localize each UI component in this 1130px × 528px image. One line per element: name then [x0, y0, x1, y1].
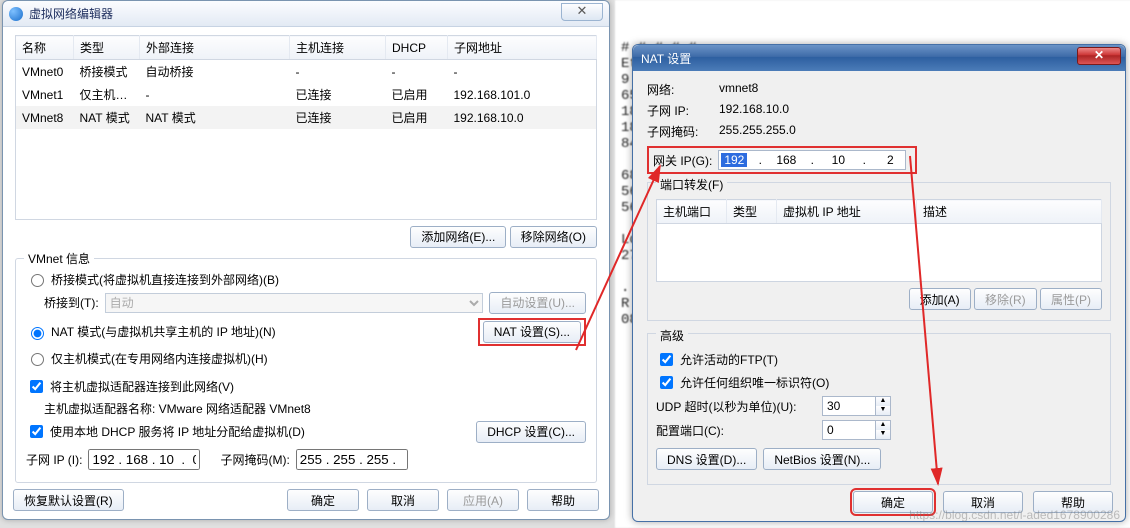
nat-settings-button[interactable]: NAT 设置(S)...: [483, 321, 581, 343]
col-dhcp[interactable]: DHCP: [386, 36, 448, 60]
chk-allow-ftp[interactable]: 允许活动的FTP(T): [656, 350, 778, 369]
host-adapter-name: 主机虚拟适配器名称: VMware 网络适配器 VMnet8: [44, 400, 311, 417]
subnet-mask-label: 子网掩码(M):: [220, 451, 289, 468]
netbios-settings-button[interactable]: NetBios 设置(N)...: [763, 448, 881, 470]
subip-label: 子网 IP:: [647, 102, 719, 119]
subip-value: 192.168.10.0: [719, 102, 1111, 119]
restore-defaults-button[interactable]: 恢复默认设置(R): [13, 489, 124, 511]
table-row-selected[interactable]: VMnet8 NAT 模式 NAT 模式 已连接 已启用 192.168.10.…: [16, 106, 597, 129]
spin-up-icon[interactable]: ▲: [876, 397, 890, 406]
port-forward-group: 端口转发(F) 主机端口 类型 虚拟机 IP 地址 描述 添加(A) 移除(R)…: [647, 182, 1111, 321]
chk-allow-org[interactable]: 允许任何组织唯一标识符(O): [656, 373, 829, 392]
help-button[interactable]: 帮助: [527, 489, 599, 511]
col-desc[interactable]: 描述: [917, 200, 1102, 224]
ok-button[interactable]: 确定: [287, 489, 359, 511]
vne-titlebar: 虚拟网络编辑器 ✕: [3, 1, 609, 27]
mask-label: 子网掩码:: [647, 123, 719, 140]
nat-title: NAT 设置: [641, 50, 691, 67]
radio-nat[interactable]: NAT 模式(与虚拟机共享主机的 IP 地址)(N): [26, 323, 276, 340]
nat-net-info: 网络: vmnet8 子网 IP: 192.168.10.0 子网掩码: 255…: [647, 81, 1111, 140]
auto-settings-button: 自动设置(U)...: [489, 292, 586, 314]
gateway-row: 网关 IP(G): 192. 168. 10. 2: [647, 146, 917, 174]
subnet-mask-field[interactable]: [296, 449, 408, 470]
spin-up-icon[interactable]: ▲: [876, 421, 890, 430]
port-forward-legend: 端口转发(F): [656, 176, 727, 193]
watermark: https://blog.csdn.net/l-aded1678900286: [909, 508, 1120, 522]
spin-down-icon[interactable]: ▼: [876, 430, 890, 439]
udp-timeout-label: UDP 超时(以秒为单位)(U):: [656, 398, 816, 415]
nat-titlebar: NAT 设置 ✕: [633, 45, 1125, 71]
spin-down-icon[interactable]: ▼: [876, 406, 890, 415]
net-value: vmnet8: [719, 81, 1111, 98]
add-button[interactable]: 添加(A): [909, 288, 971, 310]
remove-button: 移除(R): [974, 288, 1037, 310]
nat-body: 网络: vmnet8 子网 IP: 192.168.10.0 子网掩码: 255…: [633, 71, 1125, 527]
vmnet-info-legend: VMnet 信息: [24, 250, 94, 267]
col-subnet[interactable]: 子网地址: [448, 36, 597, 60]
col-ptype[interactable]: 类型: [727, 200, 777, 224]
apply-button: 应用(A): [447, 489, 519, 511]
dns-settings-button[interactable]: DNS 设置(D)...: [656, 448, 757, 470]
chk-connect-host[interactable]: 将主机虚拟适配器连接到此网络(V): [26, 377, 234, 396]
vne-bottom-bar: 恢复默认设置(R) 确定 取消 应用(A) 帮助: [13, 489, 599, 511]
udp-timeout-spinner[interactable]: ▲▼: [822, 396, 891, 416]
port-forward-table[interactable]: 主机端口 类型 虚拟机 IP 地址 描述: [656, 199, 1102, 224]
remove-network-button[interactable]: 移除网络(O): [510, 226, 597, 248]
radio-bridge[interactable]: 桥接模式(将虚拟机直接连接到外部网络)(B): [26, 271, 279, 288]
bridge-to-select: 自动: [105, 293, 484, 313]
subnet-ip-label: 子网 IP (I):: [26, 451, 82, 468]
config-port-spinner[interactable]: ▲▼: [822, 420, 891, 440]
gateway-label: 网关 IP(G):: [653, 152, 712, 169]
col-vmip[interactable]: 虚拟机 IP 地址: [777, 200, 917, 224]
close-icon[interactable]: ✕: [561, 3, 603, 21]
chk-use-dhcp[interactable]: 使用本地 DHCP 服务将 IP 地址分配给虚拟机(D): [26, 422, 305, 441]
radio-hostonly[interactable]: 仅主机模式(在专用网络内连接虚拟机)(H): [26, 350, 268, 367]
properties-button: 属性(P): [1040, 288, 1102, 310]
net-buttons-row: 添加网络(E)... 移除网络(O): [15, 226, 597, 248]
col-name[interactable]: 名称: [16, 36, 74, 60]
add-network-button[interactable]: 添加网络(E)...: [410, 226, 506, 248]
table-row[interactable]: VMnet0 桥接模式 自动桥接 - - -: [16, 60, 597, 84]
dhcp-settings-button[interactable]: DHCP 设置(C)...: [476, 421, 586, 443]
vmnet-info-group: VMnet 信息 桥接模式(将虚拟机直接连接到外部网络)(B) 桥接到(T): …: [15, 258, 597, 483]
col-hostport[interactable]: 主机端口: [657, 200, 727, 224]
vne-title: 虚拟网络编辑器: [29, 5, 113, 22]
net-label: 网络:: [647, 81, 719, 98]
advanced-group: 高级 允许活动的FTP(T) 允许任何组织唯一标识符(O) UDP 超时(以秒为…: [647, 333, 1111, 485]
col-host[interactable]: 主机连接: [290, 36, 386, 60]
port-forward-list[interactable]: [656, 224, 1102, 282]
gateway-ip-field[interactable]: 192. 168. 10. 2: [718, 150, 906, 170]
config-port-label: 配置端口(C):: [656, 422, 816, 439]
col-type[interactable]: 类型: [74, 36, 140, 60]
close-icon[interactable]: ✕: [1077, 47, 1121, 65]
col-ext[interactable]: 外部连接: [140, 36, 290, 60]
app-icon: [9, 7, 23, 21]
cancel-button[interactable]: 取消: [367, 489, 439, 511]
vmnet-table[interactable]: 名称 类型 外部连接 主机连接 DHCP 子网地址 VMnet0 桥接模式 自动…: [15, 35, 597, 220]
bridge-to-label: 桥接到(T):: [44, 294, 99, 311]
table-row[interactable]: VMnet1 仅主机… - 已连接 已启用 192.168.101.0: [16, 83, 597, 106]
advanced-legend: 高级: [656, 327, 688, 344]
nat-settings-highlight: NAT 设置(S)...: [478, 318, 586, 346]
virtual-network-editor-dialog: 虚拟网络编辑器 ✕ 名称 类型 外部连接 主机连接 DHCP 子网地址 VMne…: [2, 0, 610, 520]
subnet-ip-field[interactable]: [88, 449, 200, 470]
mask-value: 255.255.255.0: [719, 123, 1111, 140]
vne-body: 名称 类型 外部连接 主机连接 DHCP 子网地址 VMnet0 桥接模式 自动…: [3, 27, 609, 491]
nat-settings-dialog: NAT 设置 ✕ 网络: vmnet8 子网 IP: 192.168.10.0 …: [632, 44, 1126, 522]
